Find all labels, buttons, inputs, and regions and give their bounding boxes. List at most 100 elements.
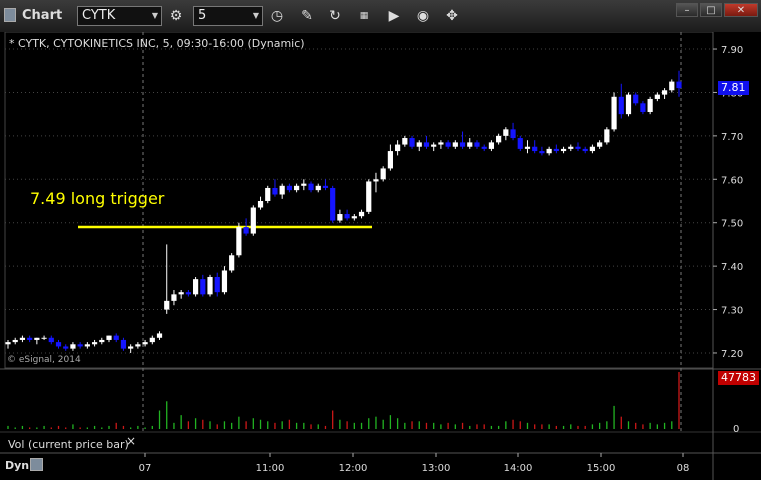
candle-body [438,142,444,145]
candle-body [380,168,386,180]
candle-body [48,337,54,343]
candle-body [395,144,401,152]
candle-body [286,185,292,191]
candle-body [481,146,487,149]
candle-body [611,96,617,130]
close-button[interactable]: ✕ [724,3,758,17]
candle-body [387,151,393,169]
interval-dropdown-icon[interactable]: ▼ [253,7,259,25]
candle-body [409,138,415,147]
candle-body [546,148,552,154]
target-icon[interactable]: ◉ [414,7,432,25]
candle-body [265,187,271,201]
candle-body [676,81,682,89]
candle-body [575,146,581,149]
candle-body [315,185,321,191]
candle-body [337,214,343,221]
candle-body [330,187,336,221]
candle-body [5,342,11,345]
volume-zero-label: 0 [733,424,740,435]
time-tick-label: 13:00 [422,463,451,474]
candle-body [358,211,365,217]
candle-body [647,98,653,112]
candle-body [431,144,437,147]
annotation-text: 7.49 long trigger [30,189,165,208]
candle-body [91,342,98,345]
candle-body [633,94,639,104]
candle-body [12,339,18,343]
candle-body [301,183,307,186]
candle-body [106,335,112,340]
time-tick-label: 12:00 [339,463,368,474]
time-tick-label: 07 [139,463,152,474]
price-chart[interactable]: 7.907.807.707.607.507.407.307.200711:001… [0,32,761,480]
candle-body [77,344,83,347]
candle-body [120,339,127,349]
candle-body [517,138,523,149]
candle-body [142,342,148,345]
candle-body [344,214,350,219]
chart-header: * CYTK, CYTOKINETICS INC, 5, 09:30-16:00… [9,37,305,50]
symbol-value: CYTK [82,8,116,23]
candle-body [70,344,76,349]
candle-body [99,339,105,343]
price-tick-label: 7.30 [721,306,743,317]
esignal-watermark: © eSignal, 2014 [7,355,81,365]
refresh-icon[interactable]: ↻ [326,7,344,25]
candle-body [41,337,47,339]
play-icon[interactable]: ▶ [385,7,403,25]
time-tick-label: 08 [677,463,690,474]
candle-body [34,337,40,340]
candle-body [84,344,90,347]
candle-body [452,142,458,147]
candle-body [669,81,675,91]
candle-body [149,337,155,343]
candle-body [229,255,235,271]
minimize-button[interactable]: – [676,3,698,17]
candle-body [539,151,545,154]
pencil-draw-icon[interactable]: ✎ [298,7,316,25]
symbol-input[interactable]: CYTK ▼ [77,6,162,26]
crosshair-icon[interactable]: ✥ [443,7,461,25]
candle-body [553,148,559,152]
interval-value: 5 [198,8,207,23]
time-tick-label: 14:00 [504,463,533,474]
candle-body [279,185,285,195]
candle-body [373,179,379,182]
candle-body [467,142,473,147]
price-tick-label: 7.60 [721,175,743,186]
symbol-dropdown-icon[interactable]: ▼ [152,7,158,25]
chart-app-label: Chart [22,8,63,23]
maximize-button[interactable]: □ [700,3,722,17]
candle-body [474,142,480,147]
link-gear-icon[interactable]: ⚙ [167,7,185,25]
dyn-label[interactable]: Dyn [5,459,29,472]
candle-body [366,181,372,212]
candle-body [532,146,538,152]
time-tick-label: 11:00 [256,463,285,474]
last-price-tag: 7.81 [718,81,749,96]
clock-icon[interactable]: ◷ [268,7,286,25]
candle-body [640,103,646,112]
candle-body [597,142,603,147]
candle-body [135,344,141,347]
candle-body [496,135,502,143]
last-volume-tag: 47783 [718,371,759,385]
candle-body [582,148,588,152]
candle-body [19,337,26,340]
candle-body [661,90,668,95]
candle-body [55,342,62,347]
candle-body [27,337,33,340]
candle-body [171,294,177,301]
candle-body [243,227,249,234]
style-icon[interactable]: ▦ [355,7,373,25]
dyn-toggle-icon[interactable] [30,458,43,471]
price-tick-label: 7.70 [721,132,743,143]
candle-body [294,185,300,191]
candle-body [402,138,408,145]
interval-input[interactable]: 5 ▼ [193,6,263,26]
volume-study-close-icon[interactable]: × [126,434,136,448]
candle-body [560,148,567,152]
candle-body [272,187,278,195]
candle-body [63,346,69,349]
